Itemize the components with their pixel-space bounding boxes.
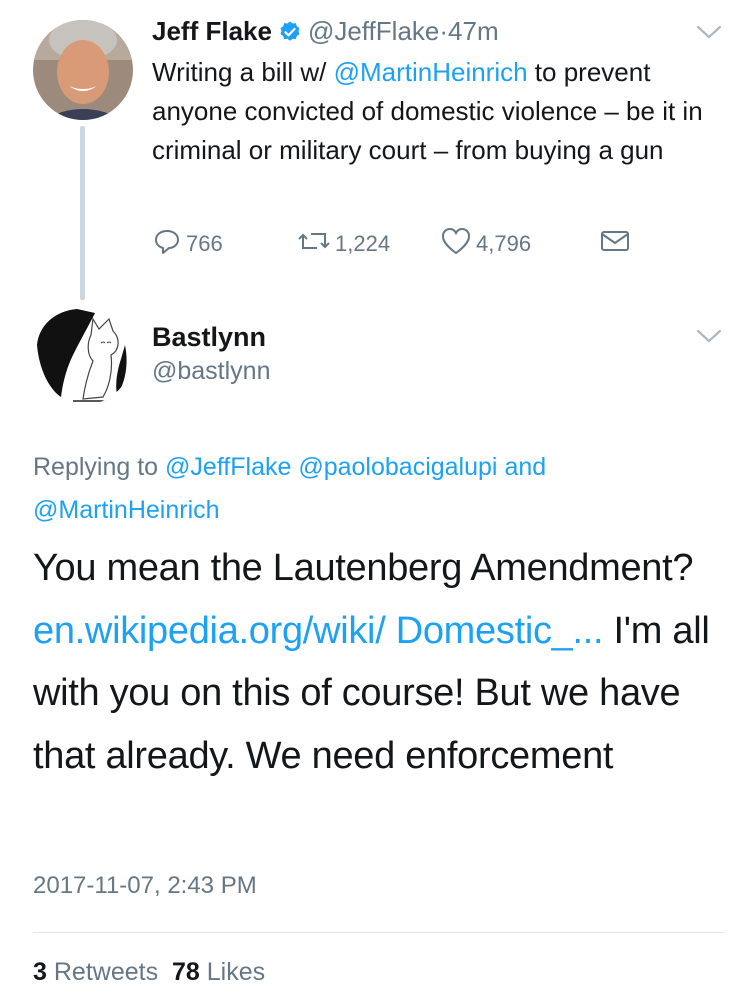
reply-count: 766	[186, 231, 223, 256]
like-count: 78	[171, 958, 200, 986]
retweet-label: Retweets	[53, 958, 159, 986]
divider	[33, 932, 725, 933]
reply-text-start: You mean the Lautenberg Amendment?	[33, 547, 694, 589]
bastlynn-avatar[interactable]	[33, 305, 133, 405]
replying-mention-martinheinrich[interactable]: @MartinHeinrich	[33, 496, 220, 524]
tweet-time[interactable]: 47m	[448, 16, 499, 46]
reply-tweet-text: You mean the Lautenberg Amendment? en.wi…	[33, 537, 733, 787]
likes-stat[interactable]: 78 Likes	[172, 958, 265, 986]
jeff-flake-avatar[interactable]	[33, 20, 133, 120]
like-label: Likes	[206, 958, 266, 986]
replying-to-line: Replying to @JeffFlake @paolobacigalupi …	[33, 446, 733, 532]
replying-mention-jeffflake[interactable]: @JeffFlake	[165, 453, 291, 481]
engagement-stats: 3 Retweets 78 Likes	[33, 958, 265, 987]
retweets-stat[interactable]: 3 Retweets	[33, 958, 158, 986]
retweet-icon	[297, 226, 331, 262]
author-name[interactable]: Jeff Flake	[152, 16, 272, 46]
reply-timestamp[interactable]: 2017-11-07, 2:43 PM	[33, 872, 257, 900]
dot-separator: ·	[439, 16, 449, 46]
reply-author-name[interactable]: Bastlynn	[152, 322, 266, 353]
chevron-down-icon[interactable]	[696, 328, 722, 349]
replying-and[interactable]: and	[504, 453, 546, 481]
replying-mention-paolobacigalupi[interactable]: @paolobacigalupi	[298, 453, 497, 481]
like-button[interactable]: 4,796	[440, 226, 531, 262]
tweet-text-prefix: Writing a bill w/	[152, 57, 334, 87]
wikipedia-link[interactable]: en.wikipedia.org/wiki/ Domestic_...	[33, 610, 604, 652]
retweet-count: 3	[33, 958, 47, 986]
reply-author-handle[interactable]: @bastlynn	[152, 357, 271, 386]
retweet-button[interactable]: 1,224	[297, 226, 390, 262]
reply-icon	[152, 226, 182, 262]
verified-badge-icon	[278, 19, 302, 51]
chevron-down-icon[interactable]	[696, 24, 722, 45]
direct-message-icon	[599, 227, 631, 261]
direct-message-button[interactable]	[599, 226, 631, 262]
author-handle[interactable]: @JeffFlake	[308, 16, 439, 46]
mention-link[interactable]: @MartinHeinrich	[334, 57, 528, 87]
tweet-text: Writing a bill w/ @MartinHeinrich to pre…	[152, 53, 712, 170]
like-count: 4,796	[476, 231, 532, 256]
thread-connector-line	[80, 126, 85, 300]
tweet-header: Jeff Flake @JeffFlake·47m	[152, 15, 499, 51]
retweet-count: 1,224	[335, 231, 391, 256]
replying-prefix: Replying to	[33, 453, 166, 481]
like-icon	[440, 226, 472, 262]
reply-button[interactable]: 766	[152, 226, 223, 262]
